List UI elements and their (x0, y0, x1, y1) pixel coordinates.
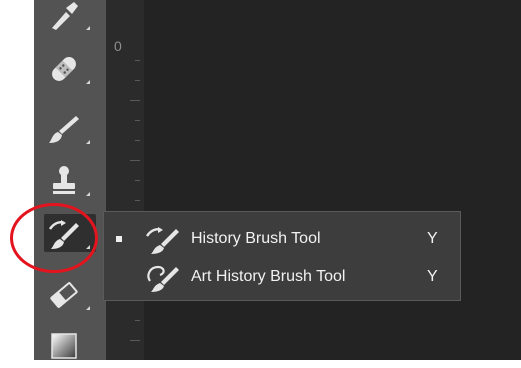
vertical-ruler: 0 (106, 0, 144, 360)
menu-item-art-history-brush[interactable]: Art History Brush Tool Y (104, 258, 460, 296)
clone-stamp-icon (53, 166, 75, 194)
brush-icon (49, 116, 79, 143)
art-history-brush-icon (147, 265, 179, 292)
eraser-icon (50, 282, 78, 308)
selected-marker (116, 236, 122, 242)
healing-brush-icon (52, 57, 76, 81)
clone-stamp-tool[interactable] (34, 158, 106, 202)
healing-brush-tool[interactable] (34, 46, 106, 90)
menu-item-label: History Brush Tool (191, 230, 321, 247)
tools-panel (34, 0, 106, 360)
highlight-annotation-circle (10, 203, 98, 273)
eyedropper-icon (52, 2, 78, 30)
ruler-zero-label: 0 (114, 38, 122, 54)
gradient-tool[interactable] (34, 324, 106, 368)
menu-item-shortcut: Y (427, 268, 438, 285)
eyedropper-tool[interactable] (34, 0, 106, 36)
brush-tool[interactable] (34, 106, 106, 150)
gradient-icon (51, 333, 77, 359)
canvas-area[interactable] (144, 0, 521, 360)
menu-item-label: Art History Brush Tool (191, 268, 346, 285)
history-brush-icon (145, 227, 179, 254)
eraser-tool[interactable] (34, 272, 106, 316)
menu-item-shortcut: Y (427, 230, 438, 247)
history-brush-flyout-menu: History Brush Tool Y Art History Brush T… (103, 211, 461, 301)
menu-item-history-brush[interactable]: History Brush Tool Y (104, 220, 460, 258)
